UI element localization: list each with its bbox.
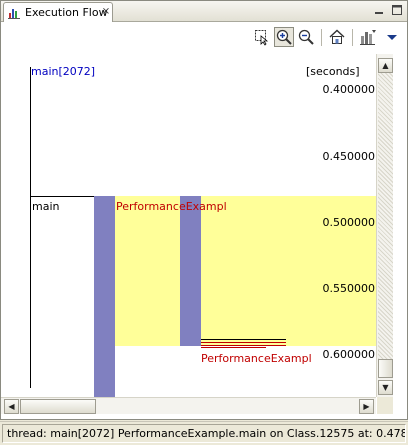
- toolbar-separator: [352, 29, 353, 46]
- minimize-icon[interactable]: [371, 4, 387, 19]
- display-filter-icon: [360, 30, 376, 45]
- call-line: [201, 345, 286, 346]
- zoom-out-icon: [298, 29, 314, 45]
- zoom-out-button[interactable]: [296, 27, 316, 47]
- thread-label[interactable]: main[2072]: [31, 65, 95, 78]
- scrollbar-track[interactable]: [378, 73, 393, 359]
- tab-label: Execution Flow: [25, 6, 108, 19]
- scroll-up-icon[interactable]: ▲: [378, 58, 393, 73]
- method-bar-main[interactable]: [94, 196, 115, 397]
- method-label-performance: PerformanceExampl: [116, 200, 227, 213]
- zoom-in-icon: [276, 29, 292, 45]
- select-zoom-button[interactable]: [252, 27, 272, 47]
- time-tick-label: 0.500000: [322, 216, 376, 229]
- method-label-performance-2: PerformanceExampl: [201, 352, 312, 365]
- call-line: [201, 347, 266, 348]
- scroll-down-icon[interactable]: ▼: [378, 380, 393, 395]
- call-line: [201, 339, 286, 340]
- close-icon[interactable]: ⨯: [100, 5, 112, 19]
- method-label-main: main: [32, 200, 60, 213]
- time-tick-label: 0.450000: [322, 150, 376, 163]
- view-toolbar: [1, 23, 407, 53]
- display-filter-button[interactable]: [358, 27, 378, 47]
- scrollbar-thumb[interactable]: [378, 359, 393, 378]
- scrollbar-corner: [377, 397, 393, 414]
- view-menu-icon: [387, 35, 397, 40]
- toolbar-separator: [321, 29, 322, 46]
- zoom-in-button[interactable]: [274, 27, 294, 47]
- status-bar: thread: main[2072] PerformanceExample.ma…: [0, 421, 408, 445]
- home-icon: [329, 29, 345, 44]
- method-bar-performance[interactable]: [180, 196, 201, 346]
- execution-flow-chart[interactable]: main[2072] [seconds] main PerformanceExa…: [1, 54, 376, 397]
- time-tick-label: 0.550000: [322, 282, 376, 295]
- maximize-icon[interactable]: [389, 4, 405, 19]
- home-button[interactable]: [327, 27, 347, 47]
- scroll-left-icon[interactable]: ◀: [4, 399, 19, 414]
- method-entry-line: [30, 196, 94, 197]
- execution-flow-icon: [8, 9, 20, 19]
- time-tick-label: 0.600000: [322, 348, 376, 361]
- view-tab-bar: Execution Flow ⨯: [1, 1, 407, 22]
- thread-axis-line: [30, 67, 31, 388]
- view-menu-button[interactable]: [382, 27, 402, 47]
- status-text: thread: main[2072] PerformanceExample.ma…: [2, 424, 406, 443]
- tab-execution-flow[interactable]: Execution Flow ⨯: [3, 2, 113, 22]
- vertical-scrollbar[interactable]: ▲ ▼: [376, 54, 393, 397]
- horizontal-scrollbar[interactable]: ◀ ▶: [1, 397, 376, 414]
- time-tick-label: 0.400000: [322, 83, 376, 96]
- call-line: [201, 342, 286, 343]
- scroll-right-icon[interactable]: ▶: [359, 399, 374, 414]
- unit-label: [seconds]: [306, 65, 360, 78]
- select-zoom-icon: [255, 30, 269, 46]
- scrollbar-thumb[interactable]: [20, 399, 96, 414]
